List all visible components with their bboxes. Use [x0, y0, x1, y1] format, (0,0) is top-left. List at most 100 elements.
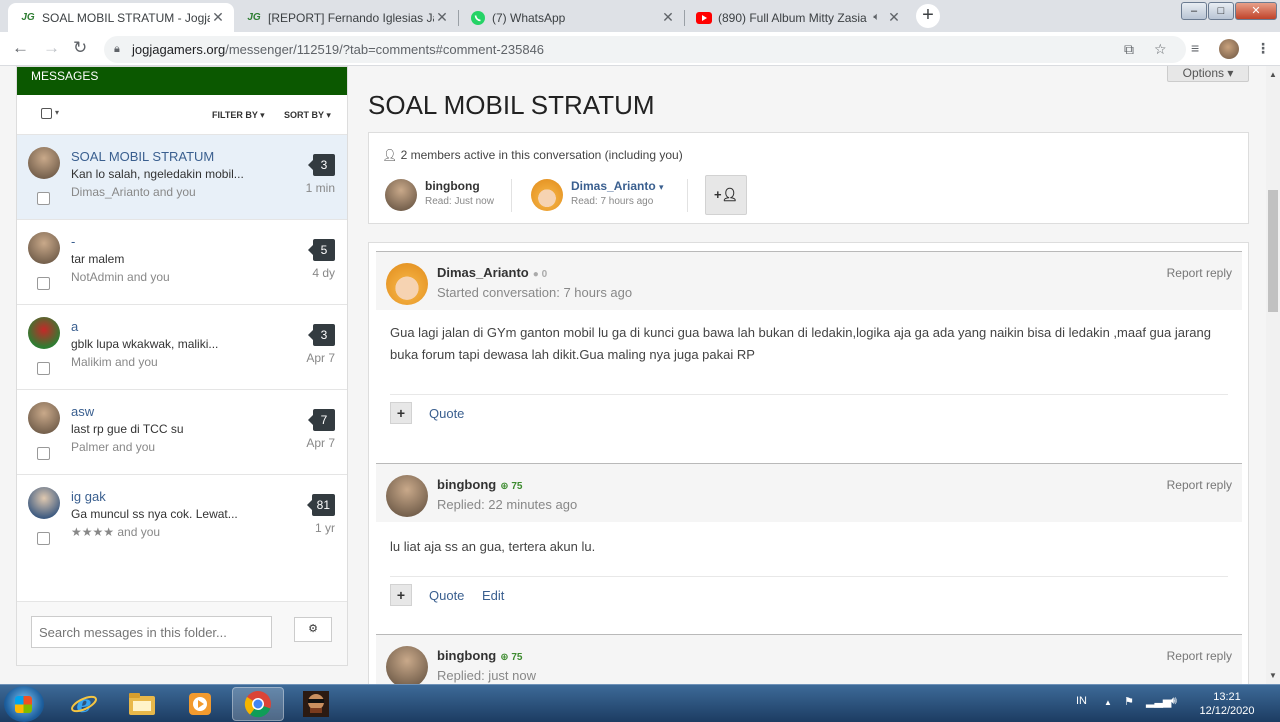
sort-by-button[interactable]: SORT BY ▾ — [284, 110, 331, 121]
conversation-checkbox[interactable] — [37, 447, 50, 460]
message-post: bingbong ⊕ 75 Replied: 22 minutes ago Rep… — [376, 463, 1242, 612]
url-host: jogjagamers.org — [132, 42, 226, 57]
report-reply-link[interactable]: Report reply — [1167, 266, 1232, 280]
minimize-button[interactable]: – — [1181, 2, 1207, 20]
chevron-down-icon[interactable]: ▾ — [55, 108, 59, 117]
reload-icon[interactable]: ↻ — [73, 38, 87, 58]
filter-by-button[interactable]: FILTER BY ▾ — [212, 110, 265, 121]
language-indicator[interactable]: IN — [1076, 695, 1087, 707]
conversation-title[interactable]: - — [71, 234, 75, 249]
address-bar[interactable]: 🔒︎ jogjagamers.org/messenger/112519/?tab… — [104, 36, 1186, 63]
conversation-title[interactable]: ig gak — [71, 489, 106, 504]
member-name[interactable]: bingbong — [425, 179, 480, 193]
report-reply-link[interactable]: Report reply — [1167, 478, 1232, 492]
reading-list-icon[interactable]: ≡ — [1191, 40, 1199, 56]
chrome-icon[interactable] — [232, 687, 284, 721]
reputation-score: ⊕ 75 — [500, 481, 523, 492]
quote-link[interactable]: Quote — [429, 406, 464, 421]
options-button[interactable]: Options ▾ — [1167, 66, 1249, 82]
tab-report[interactable]: JG [REPORT] Fernando Iglesias Jacq ✕ — [234, 3, 459, 32]
speaker-icon[interactable]: 🔈︎ — [873, 11, 880, 24]
conversation-title[interactable]: SOAL MOBIL STRATUM — [71, 149, 214, 164]
message-author[interactable]: bingbong ⊕ 75 — [437, 477, 523, 492]
profile-avatar[interactable] — [1219, 39, 1239, 59]
file-explorer-icon[interactable] — [116, 687, 168, 721]
plus-icon[interactable]: + — [390, 402, 412, 424]
message-post: bingbong ⊕ 75 Replied: just now Report re… — [376, 634, 1242, 684]
message-author[interactable]: Dimas_Arianto ● 0 — [437, 265, 547, 280]
member-name[interactable]: Dimas_Arianto ▾ — [571, 179, 664, 193]
quote-link[interactable]: Quote — [429, 588, 464, 603]
divider — [687, 179, 688, 212]
scroll-up-icon[interactable]: ▲ — [1269, 70, 1277, 79]
close-window-button[interactable]: ✕ — [1235, 2, 1277, 20]
forward-icon[interactable]: → — [43, 38, 60, 58]
conversation-title[interactable]: a — [71, 319, 78, 334]
close-icon[interactable]: ✕ — [660, 9, 676, 26]
chevron-up-icon[interactable]: ▲ — [1104, 698, 1112, 707]
internet-explorer-icon[interactable]: e — [58, 687, 110, 721]
start-button[interactable] — [4, 686, 44, 722]
close-icon[interactable]: ✕ — [886, 9, 902, 26]
members-summary: 👤︎ 2 members active in this conversation… — [382, 148, 683, 162]
bookmark-star-icon[interactable]: ☆ — [1154, 36, 1167, 63]
plus-icon[interactable]: + — [390, 584, 412, 606]
select-all-checkbox[interactable] — [41, 108, 52, 119]
tab-youtube[interactable]: (890) Full Album Mitty Zasia 🔈︎ ✕ — [684, 3, 910, 32]
add-user-button[interactable]: +👤︎ — [705, 175, 747, 215]
conversation-checkbox[interactable] — [37, 532, 50, 545]
message-actions: + Quote Edit — [390, 576, 1228, 612]
reply-count-badge: 3 — [308, 324, 335, 346]
maximize-button[interactable]: □ — [1208, 2, 1234, 20]
page-scrollbar[interactable]: ▲ ▼ — [1266, 66, 1280, 684]
reputation-score: ● 0 — [532, 269, 548, 280]
members-panel: 👤︎ 2 members active in this conversation… — [368, 132, 1249, 224]
conversation-item[interactable]: SOAL MOBIL STRATUM Kan lo salah, ngeleda… — [17, 135, 347, 220]
conversation-checkbox[interactable] — [37, 277, 50, 290]
avatar — [28, 487, 60, 519]
new-tab-button[interactable]: + — [916, 4, 940, 28]
sidebar-footer: ⚙ — [17, 601, 347, 665]
taskbar-clock[interactable]: 13:21 12/12/2020 — [1196, 690, 1258, 718]
message-author[interactable]: bingbong ⊕ 75 — [437, 648, 523, 663]
message-body: lu liat aja ss an gua, tertera akun lu. — [390, 539, 596, 554]
reply-count-badge: 3 — [308, 154, 335, 176]
menu-kebab-icon[interactable]: ⋮ — [1256, 40, 1270, 57]
translate-icon[interactable]: ⧉ — [1124, 36, 1134, 63]
tab-soal-mobil-stratum[interactable]: JG SOAL MOBIL STRATUM - Jogjaga ✕ — [8, 3, 234, 32]
conversation-participants: Palmer and you — [71, 440, 156, 454]
action-center-flag-icon[interactable]: ⚑ — [1124, 695, 1134, 708]
network-signal-icon[interactable]: ▂▃▅ — [1146, 695, 1171, 708]
volume-icon[interactable]: 🔊︎ — [1170, 695, 1177, 708]
avatar — [28, 402, 60, 434]
conversation-item[interactable]: asw last rp gue di TCC su Palmer and you… — [17, 390, 347, 475]
message-header: bingbong ⊕ 75 Replied: 22 minutes ago Rep… — [376, 464, 1242, 522]
avatar[interactable] — [386, 263, 428, 305]
game-app-icon[interactable] — [290, 687, 342, 721]
conversation-item[interactable]: ig gak Ga muncul ss nya cok. Lewat... ★★… — [17, 475, 347, 560]
conversation-checkbox[interactable] — [37, 362, 50, 375]
conversation-title[interactable]: asw — [71, 404, 94, 419]
conversation-item[interactable]: a gblk lupa wkakwak, maliki... Malikim a… — [17, 305, 347, 390]
scroll-down-icon[interactable]: ▼ — [1269, 671, 1277, 680]
edit-link[interactable]: Edit — [482, 588, 504, 603]
window-controls: – □ ✕ — [1180, 2, 1277, 20]
media-player-icon[interactable] — [174, 687, 226, 721]
jogjagamers-favicon: JG — [247, 12, 261, 23]
conversation-time: 1 min — [305, 181, 335, 195]
user-icon: 👤︎ — [721, 187, 739, 202]
scrollbar-thumb[interactable] — [1268, 190, 1278, 312]
message-body: Gua lagi jalan di GYm ganton mobil lu ga… — [390, 325, 1211, 362]
avatar[interactable] — [386, 475, 428, 517]
close-icon[interactable]: ✕ — [434, 9, 450, 26]
conversation-participants: NotAdmin and you — [71, 270, 170, 284]
tab-whatsapp[interactable]: (7) WhatsApp ✕ — [458, 3, 685, 32]
report-reply-link[interactable]: Report reply — [1167, 649, 1232, 663]
search-messages-input[interactable] — [31, 616, 272, 648]
avatar[interactable] — [386, 646, 428, 684]
close-icon[interactable]: ✕ — [210, 9, 226, 26]
back-icon[interactable]: ← — [12, 38, 29, 58]
gear-icon[interactable]: ⚙ — [294, 617, 332, 642]
conversation-item[interactable]: - tar malem NotAdmin and you 5 4 dy — [17, 220, 347, 305]
conversation-checkbox[interactable] — [37, 192, 50, 205]
